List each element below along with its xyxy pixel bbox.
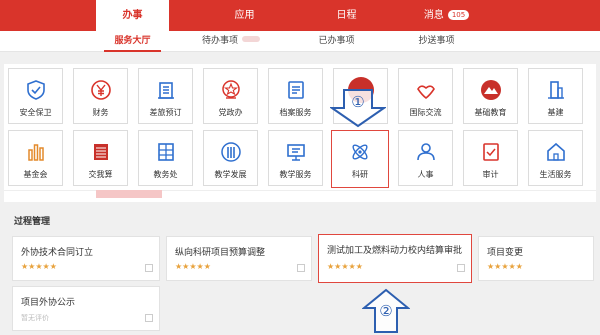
service-tile-research[interactable]: 科研 <box>331 130 389 188</box>
bar-chart-icon <box>27 144 44 161</box>
tower-icon <box>547 81 564 99</box>
process-card[interactable]: 项目外协公示 暂无评价 <box>12 286 160 331</box>
section-divider <box>4 190 596 202</box>
server-icon <box>93 144 108 160</box>
service-tile-audit[interactable]: 审计 <box>463 130 518 186</box>
service-label: 科研 <box>352 170 368 179</box>
building-icon <box>157 82 174 99</box>
service-tile-security[interactable]: 安全保卫 <box>8 68 63 124</box>
card-rating: ★★★★★ <box>21 262 57 271</box>
subtab-cc[interactable]: 抄送事项 <box>400 31 473 52</box>
step1-label: ① <box>351 93 365 111</box>
star-emblem-icon <box>221 80 240 99</box>
service-label: 党政办 <box>218 108 243 117</box>
service-tile-academic-affairs[interactable]: 教务处 <box>138 130 193 186</box>
service-label: 教学发展 <box>214 170 247 179</box>
nav-tab-work[interactable]: 办事 <box>96 0 169 31</box>
service-grid: 安全保卫 财务 差旅预订 党政办 档案服务 国际交流 基础教育 基建 基金会 交… <box>4 64 596 190</box>
person-icon <box>416 143 435 161</box>
service-tile-archive[interactable]: 档案服务 <box>268 68 323 124</box>
service-label: 人事 <box>417 170 434 179</box>
archive-icon <box>287 81 304 99</box>
card-title: 纵向科研项目预算调整 <box>175 248 266 258</box>
service-label: 审计 <box>482 170 499 179</box>
nav-tab-schedule[interactable]: 日程 <box>310 0 383 31</box>
service-tile-international[interactable]: 国际交流 <box>398 68 453 124</box>
service-label: 基础教育 <box>474 108 507 117</box>
card-title: 项目变更 <box>487 248 524 258</box>
card-rating: ★★★★★ <box>327 262 363 271</box>
nav-tab-label: 办事 <box>122 10 143 21</box>
process-card-highlighted[interactable]: 测试加工及燃料动力校内结算审批 ★★★★★ <box>318 234 472 283</box>
pillars-icon <box>220 142 241 162</box>
service-tile-teaching-dev[interactable]: 教学发展 <box>203 130 258 186</box>
card-rating: ★★★★★ <box>175 262 211 271</box>
nav-tab-label: 消息 <box>423 10 444 21</box>
yen-icon <box>90 80 111 100</box>
service-label: 国际交流 <box>409 108 442 117</box>
shield-check-icon <box>26 80 45 100</box>
sub-tabs: 服务大厅 待办事项 已办事项 抄送事项 <box>0 31 600 52</box>
process-section-title: 过程管理 <box>14 217 51 227</box>
subtab-label: 服务大厅 <box>114 36 151 46</box>
todo-count-blur <box>242 36 260 42</box>
service-tile-hr[interactable]: 人事 <box>398 130 453 186</box>
service-tile-compute[interactable]: 交我算 <box>73 130 128 186</box>
card-no-rating: 暂无评价 <box>21 314 49 322</box>
card-title: 项目外协公示 <box>21 298 76 308</box>
nav-tab-messages[interactable]: 消息 105 <box>410 0 483 31</box>
service-tile-life-service[interactable]: 生活服务 <box>528 130 583 186</box>
service-label: 档案服务 <box>279 108 312 117</box>
process-card[interactable]: 纵向科研项目预算调整 ★★★★★ <box>166 236 312 281</box>
card-rating: ★★★★★ <box>487 262 523 271</box>
audit-icon <box>482 143 499 161</box>
process-card[interactable]: 项目变更 ★★★★★ <box>478 236 594 281</box>
service-label: 安全保卫 <box>19 108 52 117</box>
home-icon <box>546 142 565 161</box>
favorite-icon[interactable] <box>145 314 153 322</box>
service-tile-finance[interactable]: 财务 <box>73 68 128 124</box>
step2-label: ② <box>379 302 393 320</box>
service-tile-construction[interactable]: 基建 <box>528 68 583 124</box>
subtab-label: 待办事项 <box>201 36 238 46</box>
message-count-badge: 105 <box>447 10 470 20</box>
subtab-service-hall[interactable]: 服务大厅 <box>96 31 169 52</box>
handshake-icon <box>416 85 435 100</box>
service-label: 基金会 <box>23 170 48 179</box>
service-tile-foundation[interactable]: 基金会 <box>8 130 63 186</box>
subtab-done[interactable]: 已办事项 <box>300 31 373 52</box>
card-title: 外协技术合同订立 <box>21 248 94 258</box>
nav-tab-label: 应用 <box>234 10 255 21</box>
service-label: 教务处 <box>153 170 178 179</box>
service-label: 教学服务 <box>279 170 312 179</box>
service-tile-travel[interactable]: 差旅预订 <box>138 68 193 124</box>
subtab-todo[interactable]: 待办事项 <box>186 31 276 52</box>
favorite-icon[interactable] <box>457 264 465 272</box>
nav-tab-apps[interactable]: 应用 <box>208 0 281 31</box>
favorite-icon[interactable] <box>145 264 153 272</box>
service-tile-teaching-service[interactable]: 教学服务 <box>268 130 323 186</box>
grid-book-icon <box>157 143 174 161</box>
service-tile-basic-education[interactable]: 基础教育 <box>463 68 518 124</box>
service-label: 生活服务 <box>539 170 572 179</box>
favorite-icon[interactable] <box>297 264 305 272</box>
service-tile-party-office[interactable]: 党政办 <box>203 68 258 124</box>
atom-icon <box>352 144 368 160</box>
subtab-label: 已办事项 <box>318 36 355 46</box>
top-nav: 办事 应用 日程 消息 105 <box>0 0 600 31</box>
faded-banner <box>96 190 162 198</box>
service-label: 交我算 <box>88 170 113 179</box>
nav-tab-label: 日程 <box>336 10 357 21</box>
subtab-label: 抄送事项 <box>418 36 455 46</box>
mountain-icon <box>480 80 501 100</box>
service-label: 差旅预订 <box>149 108 182 117</box>
service-label: 财务 <box>92 108 109 117</box>
service-label: 基建 <box>547 108 564 117</box>
board-icon <box>286 144 305 161</box>
card-title: 测试加工及燃料动力校内结算审批 <box>327 246 463 256</box>
process-card[interactable]: 外协技术合同订立 ★★★★★ <box>12 236 160 281</box>
